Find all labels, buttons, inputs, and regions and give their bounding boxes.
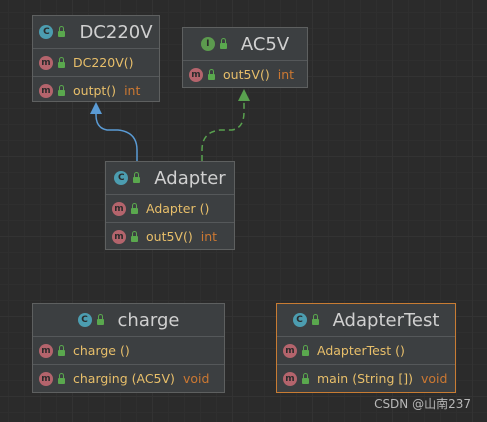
return-type: int [124,83,141,98]
class-dc220v[interactable]: C DC220V m DC220V() m outpt() int [32,15,160,102]
member-row[interactable]: m out5V() int [183,61,307,88]
method-name: charging (AC5V) [73,371,175,386]
return-type: int [200,229,218,244]
class-name: charge [117,309,180,331]
class-name: AC5V [240,33,290,55]
public-lock-icon [131,230,138,242]
method-name: Adapter () [146,201,210,216]
public-lock-icon [302,344,309,356]
member-row[interactable]: m main (String []) void [277,365,455,392]
return-type: void [421,371,448,386]
class-charge[interactable]: C charge m charge () m charging (AC5V) v… [32,303,225,393]
member-row[interactable]: m outpt() int [33,77,159,104]
class-header: C Adapter [106,162,234,195]
public-lock-icon [58,56,65,68]
method-icon: m [283,343,297,358]
public-lock-icon [208,68,215,80]
class-icon: C [292,313,307,327]
public-lock-icon [219,38,227,49]
method-name: main (String []) [317,371,413,386]
member-row[interactable]: m DC220V() [33,49,159,77]
method-icon: m [112,201,126,216]
public-lock-icon [58,344,65,356]
method-name: charge () [73,343,130,358]
class-header: C DC220V [33,16,159,49]
method-icon: m [283,371,297,386]
class-adaptertest[interactable]: C AdapterTest m AdapterTest () m main (S… [276,303,456,393]
watermark: CSDN @山南237 [374,397,471,411]
implements-arrow-adapter-ac5v [201,101,245,161]
public-lock-icon [58,26,66,37]
public-lock-icon [58,372,65,384]
method-name: outpt() [73,83,117,98]
public-lock-icon [96,314,104,325]
interface-ac5v[interactable]: I AC5V m out5V() int [182,27,308,88]
public-lock-icon [302,372,309,384]
public-lock-icon [58,84,65,96]
method-icon: m [39,83,53,98]
return-type: int [277,67,295,82]
method-icon: m [39,55,53,70]
extends-arrow-adapter-dc220v [95,113,138,161]
method-icon: m [39,371,53,386]
public-lock-icon [131,202,138,214]
interface-icon: I [200,37,215,51]
member-row[interactable]: m out5V() int [106,223,234,250]
class-name: AdapterTest [332,309,440,331]
member-row[interactable]: m charge () [33,337,224,365]
class-header: I AC5V [183,28,307,61]
class-name: Adapter [154,167,226,189]
method-icon: m [39,343,53,358]
method-name: out5V() [146,229,193,244]
member-row[interactable]: m AdapterTest () [277,337,455,365]
member-row[interactable]: m charging (AC5V) void [33,365,224,392]
class-adapter[interactable]: C Adapter m Adapter () m out5V() int [105,161,235,250]
method-icon: m [112,229,126,244]
class-icon: C [114,171,129,185]
public-lock-icon [311,314,319,325]
class-header: C AdapterTest [277,304,455,337]
method-icon: m [189,67,203,82]
return-type: void [182,371,210,386]
class-name: DC220V [79,21,153,43]
implements-arrowhead [238,89,250,101]
class-icon: C [77,313,92,327]
method-name: AdapterTest () [317,343,405,358]
class-header: C charge [33,304,224,337]
public-lock-icon [133,172,141,183]
method-name: out5V() [223,67,270,82]
member-row[interactable]: m Adapter () [106,195,234,223]
method-name: DC220V() [73,55,134,70]
class-icon: C [39,25,54,39]
